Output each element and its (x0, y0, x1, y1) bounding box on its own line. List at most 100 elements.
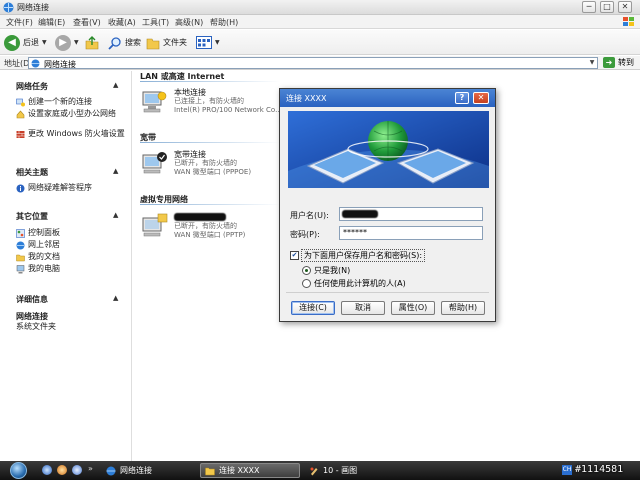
folders-button[interactable]: 文件夹 (146, 34, 187, 51)
redacted-vpn-name (174, 213, 226, 221)
back-dropdown-icon[interactable]: ▼ (42, 39, 47, 46)
broadband-status: 已断开，有防火墙的 (174, 159, 237, 167)
lan-device: Intel(R) PRO/100 Network Co... (174, 106, 282, 114)
radio-anyone[interactable]: 任何使用此计算机的人(A) (302, 278, 406, 289)
connect-dialog: 连接 XXXX ? ✕ 用户名(U): 密码(P): ****** ✔ 为下面用… (279, 88, 496, 322)
collapse-chevron-icon[interactable]: ▲ (113, 81, 118, 89)
properties-button[interactable]: 属性(O) (391, 301, 435, 315)
taskbar-paint[interactable]: 10 - 画图 (305, 463, 397, 478)
search-button[interactable]: 搜索 (108, 34, 141, 51)
menu-help[interactable]: 帮助(H) (210, 17, 238, 28)
back-button[interactable]: ◀ 后退 ▼ (4, 34, 47, 51)
back-label: 后退 (23, 38, 39, 47)
taskbar: » 网络连接 连接 XXXX 10 - 画图 (0, 461, 640, 480)
address-input[interactable]: 网络连接 ▼ (28, 57, 598, 69)
username-input[interactable] (339, 207, 483, 221)
menu-tools[interactable]: 工具(T) (142, 17, 169, 28)
checkbox-checked-icon: ✔ (290, 251, 299, 260)
menu-file[interactable]: 文件(F) (6, 17, 33, 28)
folder-up-icon (85, 35, 99, 49)
views-button[interactable]: ▼ (196, 34, 220, 51)
place-control-panel[interactable]: 控制面板 (16, 228, 126, 238)
dialog-close-button[interactable]: ✕ (473, 92, 489, 104)
lan-connection-icon (142, 91, 167, 113)
connect-button[interactable]: 连接(C) (291, 301, 335, 315)
group-divider (140, 81, 280, 82)
taskbar-network-connections[interactable]: 网络连接 (102, 463, 194, 478)
dialog-help-text-button[interactable]: 帮助(H) (441, 301, 485, 315)
place-my-documents[interactable]: 我的文档 (16, 252, 126, 262)
task-pane: 网络任务 ▲ 创建一个新的连接 设置家庭或小型办公网络 更改 Windows 防… (0, 71, 132, 461)
minimize-button[interactable]: ─ (582, 1, 596, 13)
toolbar: ◀ 后退 ▼ ▶ ▼ 搜索 文件夹 ▼ (0, 30, 640, 55)
title-bar: 网络连接 ─ □ ✕ (0, 0, 640, 15)
task-create-connection[interactable]: 创建一个新的连接 (16, 97, 126, 107)
go-arrow-icon: ➜ (603, 57, 615, 68)
vpn-status: 已断开，有防火墙的 (174, 222, 237, 230)
menu-view[interactable]: 查看(V) (73, 17, 101, 28)
redacted-username (342, 210, 378, 218)
network-connections-icon (3, 2, 14, 13)
dialog-title: 连接 XXXX (286, 94, 327, 103)
menu-advanced[interactable]: 高级(N) (175, 17, 203, 28)
quicklaunch-ie-icon[interactable] (42, 465, 52, 475)
views-dropdown-icon[interactable]: ▼ (215, 39, 220, 46)
broadband-connection[interactable]: 宽带连接 已断开，有防火墙的 WAN 微型端口 (PPPOE) (140, 150, 251, 180)
details-header[interactable]: 详细信息 (16, 294, 48, 305)
firewall-icon (16, 131, 25, 138)
home-network-icon (16, 110, 25, 119)
menu-bar: 文件(F) 编辑(E) 查看(V) 收藏(A) 工具(T) 高级(N) 帮助(H… (0, 15, 640, 29)
task-network-troubleshooter[interactable]: 网络疑难解答程序 (16, 183, 126, 193)
other-places-header[interactable]: 其它位置 (16, 211, 48, 222)
place-my-computer[interactable]: 我的电脑 (16, 264, 126, 274)
maximize-button[interactable]: □ (600, 1, 614, 13)
taskbar-connect-dialog[interactable]: 连接 XXXX (200, 463, 300, 478)
place-network-neighborhood[interactable]: 网上邻居 (16, 240, 126, 250)
dialog-help-button[interactable]: ? (455, 92, 469, 104)
address-dropdown-icon[interactable]: ▼ (587, 58, 597, 68)
dialog-divider (286, 292, 489, 293)
start-orb-icon[interactable] (10, 462, 27, 479)
task-home-network[interactable]: 设置家庭或小型办公网络 (16, 109, 126, 119)
info-icon (16, 184, 25, 193)
dialog-title-bar: 连接 XXXX ? ✕ (280, 89, 495, 107)
task-firewall-settings[interactable]: 更改 Windows 防火墙设置 (16, 129, 126, 139)
see-also-header[interactable]: 相关主题 (16, 167, 48, 178)
quicklaunch-browser-icon[interactable] (57, 465, 67, 475)
forward-button[interactable]: ▶ ▼ (55, 34, 79, 51)
folder-icon (205, 467, 215, 475)
radio-only-me[interactable]: 只是我(N) (302, 265, 350, 276)
collapse-chevron-icon[interactable]: ▲ (113, 294, 118, 302)
username-label: 用户名(U): (290, 211, 329, 220)
save-credentials-checkbox[interactable]: ✔ 为下面用户保存用户名和密码(S): (290, 249, 426, 262)
radio-unselected-icon (302, 279, 311, 288)
group-divider (140, 204, 280, 205)
close-window-button[interactable]: ✕ (618, 1, 632, 13)
up-folder-button[interactable] (85, 34, 99, 51)
go-button[interactable]: ➜ 转到 (603, 57, 634, 68)
broadband-connection-icon (142, 152, 167, 174)
vpn-device: WAN 微型端口 (PPTP) (174, 231, 246, 239)
network-tasks-header[interactable]: 网络任务 (16, 81, 48, 92)
details-type: 系统文件夹 (16, 322, 56, 331)
new-connection-icon (16, 98, 25, 107)
quicklaunch-desktop-icon[interactable] (72, 465, 82, 475)
password-input[interactable]: ****** (339, 226, 483, 240)
quicklaunch-more-icon[interactable]: » (88, 464, 93, 473)
forward-dropdown-icon[interactable]: ▼ (74, 39, 79, 46)
folders-label: 文件夹 (163, 38, 187, 47)
broadband-name: 宽带连接 (174, 150, 206, 159)
lan-status: 已连接上，有防火墙的 (174, 97, 244, 105)
collapse-chevron-icon[interactable]: ▲ (113, 167, 118, 175)
group-divider (140, 142, 280, 143)
menu-favorites[interactable]: 收藏(A) (108, 17, 136, 28)
menu-edit[interactable]: 编辑(E) (38, 17, 65, 28)
window-title: 网络连接 (17, 3, 49, 12)
image-watermark: #1114581 (575, 464, 624, 475)
collapse-chevron-icon[interactable]: ▲ (113, 211, 118, 219)
radio-selected-icon (302, 266, 311, 275)
cancel-button[interactable]: 取消 (341, 301, 385, 315)
local-area-connection[interactable]: 本地连接 已连接上，有防火墙的 Intel(R) PRO/100 Network… (140, 88, 282, 118)
vpn-connection[interactable]: 已断开，有防火墙的 WAN 微型端口 (PPTP) (140, 212, 245, 242)
language-indicator[interactable]: CH (562, 465, 572, 475)
